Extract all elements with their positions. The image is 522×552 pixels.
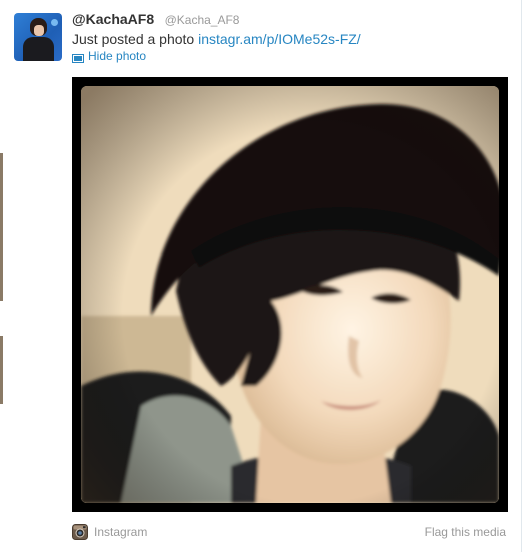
edge-fragment xyxy=(0,153,3,301)
flag-media-link[interactable]: Flag this media xyxy=(425,525,506,539)
media-footer: Instagram Flag this media xyxy=(72,522,508,542)
tweet-header: @KachaAF8 @Kacha_AF8 xyxy=(72,11,239,29)
hide-photo-button[interactable]: Hide photo xyxy=(72,49,146,63)
left-edge-strip xyxy=(0,0,3,552)
media-source[interactable]: Instagram xyxy=(72,524,147,540)
instagram-icon xyxy=(72,524,88,540)
photo-illustration xyxy=(81,86,499,503)
media-source-label: Instagram xyxy=(94,525,148,539)
tweet-link[interactable]: instagr.am/p/IOMe52s-FZ/ xyxy=(198,31,361,47)
display-name[interactable]: @KachaAF8 xyxy=(72,11,154,27)
edge-fragment xyxy=(0,336,3,404)
avatar[interactable] xyxy=(14,13,62,61)
photo-icon xyxy=(72,52,84,63)
media-frame xyxy=(72,77,508,512)
hide-photo-label: Hide photo xyxy=(88,49,147,63)
tweet-text: Just posted a photo instagr.am/p/IOMe52s… xyxy=(72,31,361,47)
tweet-photo[interactable] xyxy=(81,86,499,503)
tweet-body: Just posted a photo xyxy=(72,31,199,47)
screen-name[interactable]: @Kacha_AF8 xyxy=(165,13,240,27)
